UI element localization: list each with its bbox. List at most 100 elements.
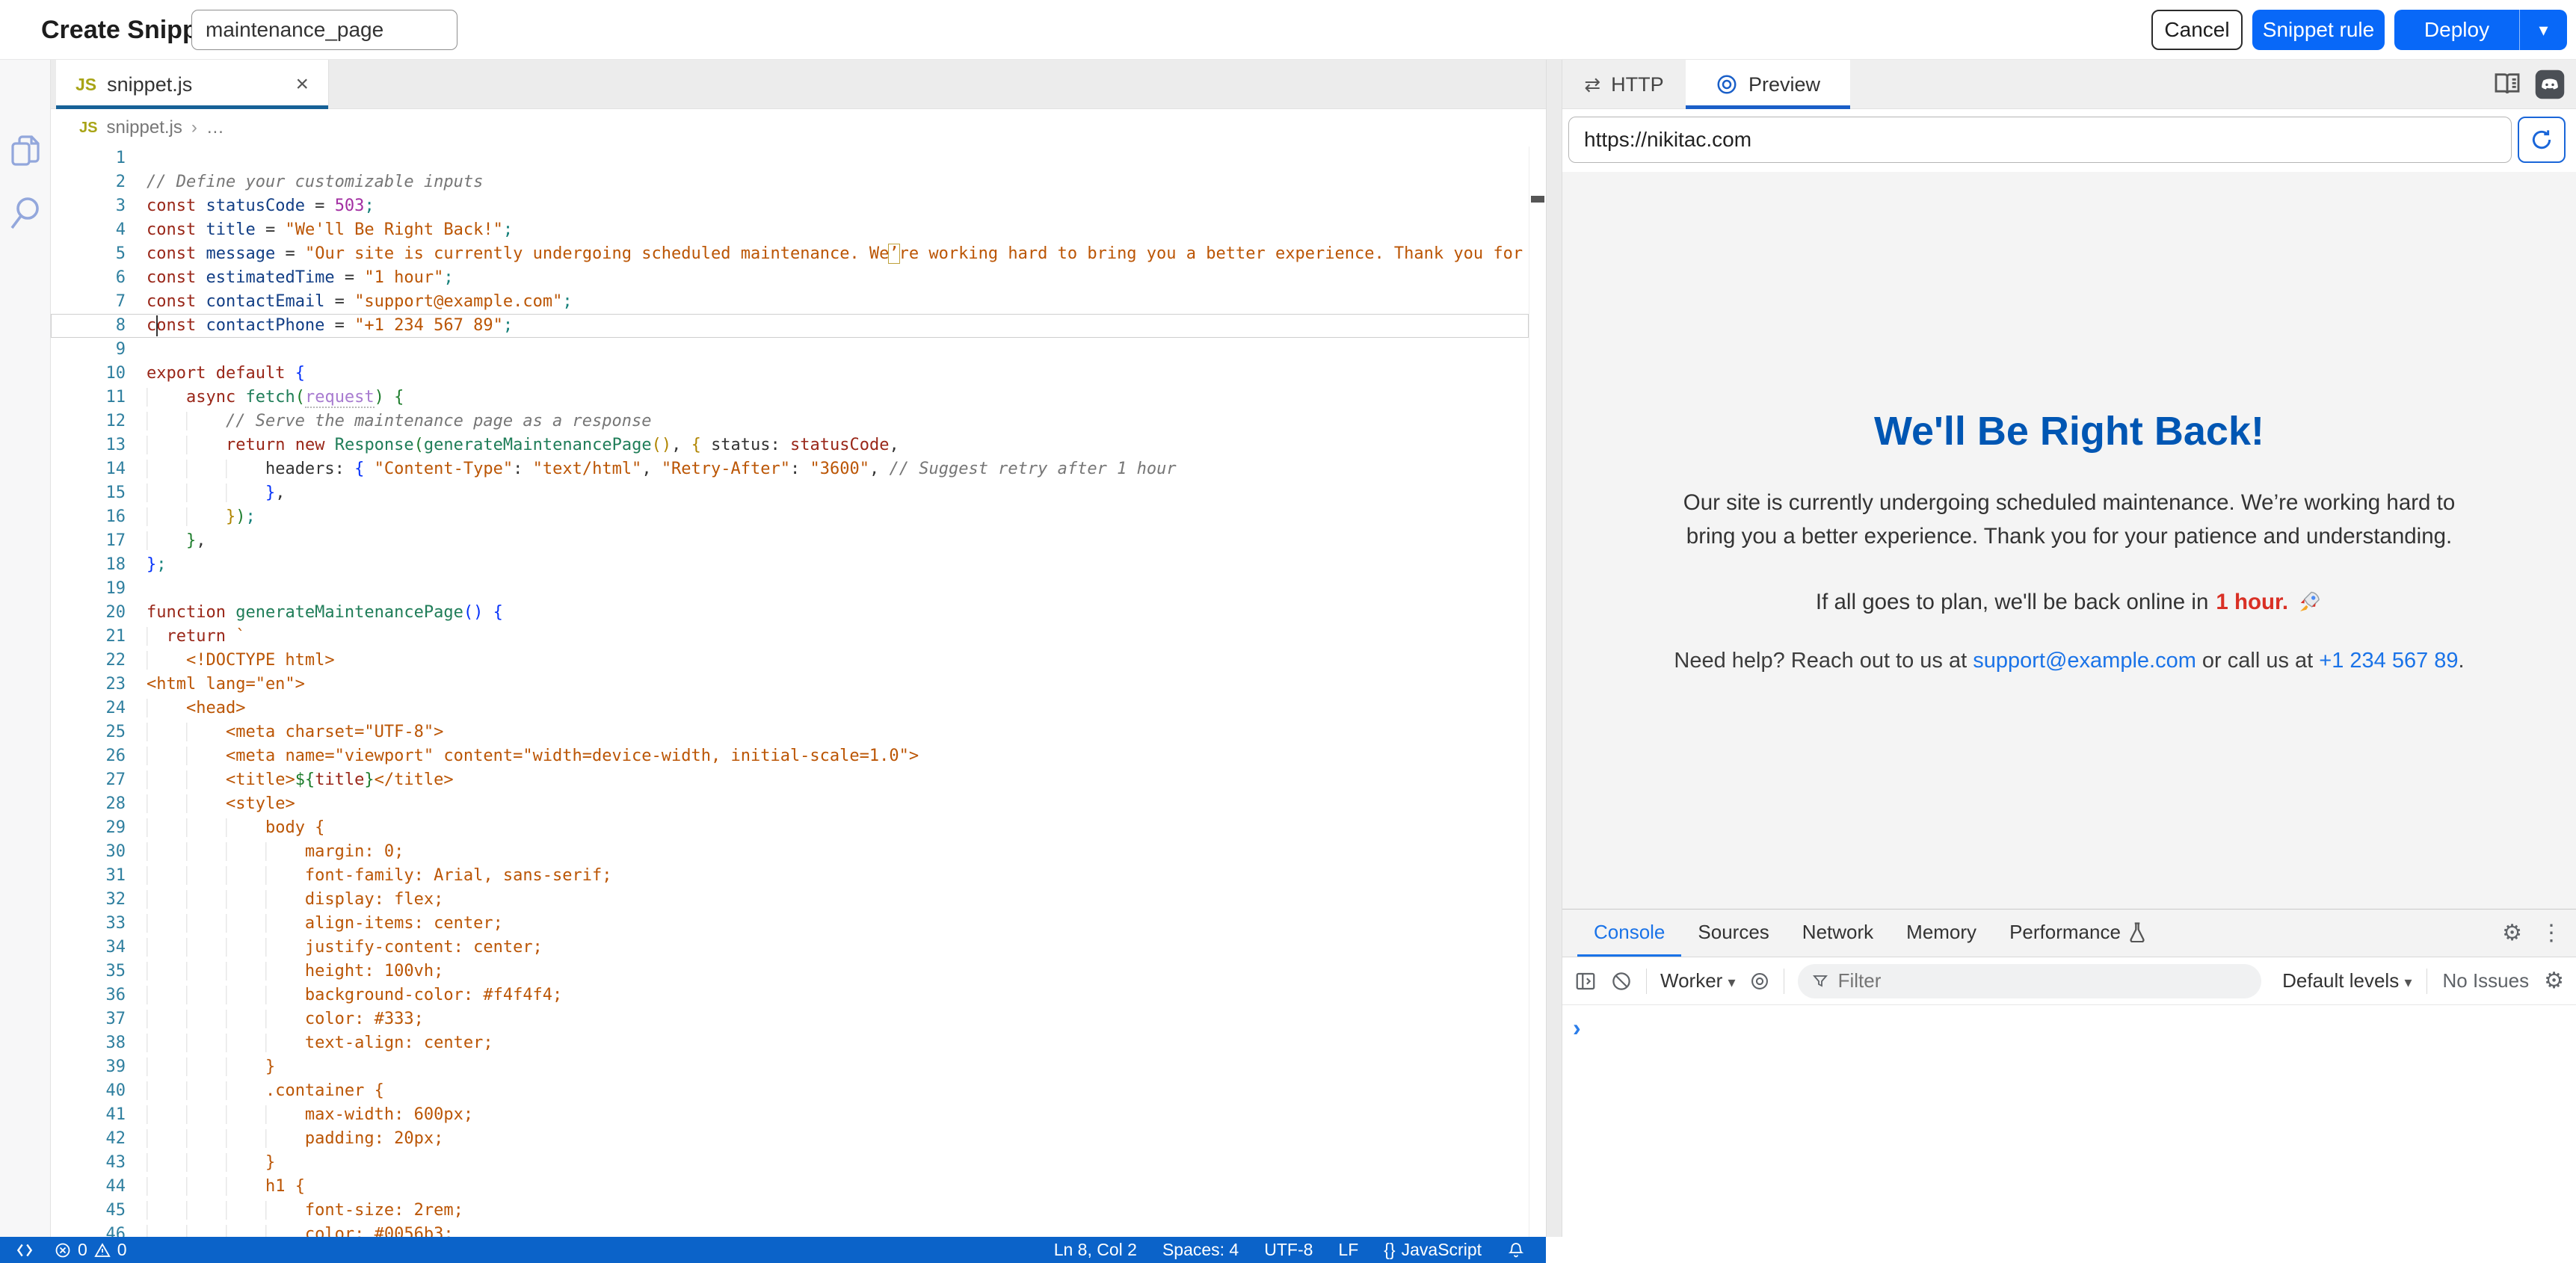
preview-frame: We'll Be Right Back! Our site is current… <box>1562 172 2576 909</box>
code-line[interactable]: 19 <box>51 577 1529 601</box>
code-line[interactable]: 7const contactEmail = "support@example.c… <box>51 290 1529 314</box>
panel-top-icons <box>2492 69 2566 100</box>
cursor-position[interactable]: Ln 8, Col 2 <box>1054 1240 1137 1260</box>
console-filter[interactable] <box>1798 964 2261 998</box>
tab-console[interactable]: Console <box>1577 910 1681 957</box>
code-line[interactable]: 34 justify-content: center; <box>51 936 1529 960</box>
close-icon[interactable]: × <box>295 73 309 96</box>
console-output[interactable]: › <box>1562 1005 2576 1040</box>
clear-console-icon[interactable] <box>1610 970 1633 992</box>
code-line[interactable]: 44 h1 { <box>51 1175 1529 1199</box>
code-line[interactable]: 1 <box>51 146 1529 170</box>
refresh-button[interactable] <box>2518 117 2566 163</box>
eol-sequence[interactable]: LF <box>1338 1240 1358 1260</box>
code-line[interactable]: 17 }, <box>51 529 1529 553</box>
search-icon[interactable] <box>9 196 42 232</box>
activity-bar <box>0 60 51 1237</box>
gear-icon[interactable]: ⚙ <box>2502 922 2522 945</box>
code-line[interactable]: 21 return ` <box>51 625 1529 649</box>
code-line[interactable]: 4const title = "We'll Be Right Back!"; <box>51 218 1529 242</box>
default-levels-dropdown[interactable]: Default levels ▾ <box>2282 969 2412 992</box>
code-line[interactable]: 43 } <box>51 1151 1529 1175</box>
code-line[interactable]: 27 <title>${title}</title> <box>51 768 1529 792</box>
code-line[interactable]: 32 display: flex; <box>51 888 1529 912</box>
tab-performance[interactable]: Performance <box>1993 910 2163 957</box>
code-line[interactable]: 2// Define your customizable inputs <box>51 170 1529 194</box>
code-line[interactable]: 22 <!DOCTYPE html> <box>51 649 1529 673</box>
code-line[interactable]: 33 align-items: center; <box>51 912 1529 936</box>
files-icon[interactable] <box>10 135 40 169</box>
code-line[interactable]: 10export default { <box>51 362 1529 386</box>
tab-snippet-js[interactable]: JS snippet.js × <box>56 60 329 109</box>
email-link[interactable]: support@example.com <box>1973 649 2196 673</box>
code-line[interactable]: 45 font-size: 2rem; <box>51 1199 1529 1223</box>
snippet-rule-button[interactable]: Snippet rule <box>2252 10 2385 50</box>
code-line[interactable]: 30 margin: 0; <box>51 840 1529 864</box>
code-line[interactable]: 41 max-width: 600px; <box>51 1103 1529 1127</box>
deploy-button[interactable]: Deploy <box>2394 10 2519 50</box>
code-line[interactable]: 25 <meta charset="UTF-8"> <box>51 720 1529 744</box>
code-line[interactable]: 15 }, <box>51 481 1529 505</box>
code-line[interactable]: 20function generateMaintenancePage() { <box>51 601 1529 625</box>
execution-context-selector[interactable]: Worker ▾ <box>1660 969 1736 992</box>
code-line[interactable]: 24 <head> <box>51 697 1529 720</box>
code-line[interactable]: 39 } <box>51 1055 1529 1079</box>
tab-sources[interactable]: Sources <box>1681 910 1785 957</box>
code-line[interactable]: 5const message = "Our site is currently … <box>51 242 1529 266</box>
code-line[interactable]: 29 body { <box>51 816 1529 840</box>
code-line[interactable]: 14 headers: { "Content-Type": "text/html… <box>51 457 1529 481</box>
code-line[interactable]: 3const statusCode = 503; <box>51 194 1529 218</box>
tab-network[interactable]: Network <box>1786 910 1890 957</box>
code-line[interactable]: 23<html lang="en"> <box>51 673 1529 697</box>
breadcrumb[interactable]: JS snippet.js › … <box>51 109 1546 146</box>
code-line[interactable]: 31 font-family: Arial, sans-serif; <box>51 864 1529 888</box>
code-line[interactable]: 38 text-align: center; <box>51 1031 1529 1055</box>
encoding[interactable]: UTF-8 <box>1264 1240 1313 1260</box>
code-lines[interactable]: 12// Define your customizable inputs3con… <box>51 146 1546 1237</box>
cancel-button[interactable]: Cancel <box>2151 10 2243 50</box>
code-line[interactable]: 42 padding: 20px; <box>51 1127 1529 1151</box>
code-line[interactable]: 37 color: #333; <box>51 1007 1529 1031</box>
deploy-dropdown-button[interactable]: ▾ <box>2519 10 2567 50</box>
code-line[interactable]: 35 height: 100vh; <box>51 960 1529 983</box>
issues-counter[interactable]: No Issues <box>2442 969 2529 992</box>
kebab-menu-icon[interactable]: ⋮ <box>2540 922 2563 945</box>
docs-book-icon[interactable] <box>2492 69 2522 100</box>
tab-preview[interactable]: Preview <box>1686 60 1850 109</box>
code-line[interactable]: 28 <style> <box>51 792 1529 816</box>
code-line[interactable]: 46 color: #0056b3; <box>51 1223 1529 1237</box>
code-line[interactable]: 18}; <box>51 553 1529 577</box>
code-line[interactable]: 8const contactPhone = "+1 234 567 89"; <box>51 314 1529 338</box>
code-line[interactable]: 26 <meta name="viewport" content="width=… <box>51 744 1529 768</box>
bell-icon[interactable] <box>1507 1241 1525 1259</box>
snippet-name-input[interactable] <box>191 10 457 50</box>
code-line[interactable]: 9 <box>51 338 1529 362</box>
breadcrumb-symbol[interactable]: … <box>206 117 224 138</box>
discord-icon[interactable] <box>2534 69 2566 100</box>
code-line[interactable]: 16 }); <box>51 505 1529 529</box>
code-line[interactable]: 40 .container { <box>51 1079 1529 1103</box>
language-mode[interactable]: {}JavaScript <box>1384 1240 1482 1260</box>
code-line[interactable]: 6const estimatedTime = "1 hour"; <box>51 266 1529 290</box>
preview-url-input[interactable] <box>1568 117 2512 163</box>
phone-link[interactable]: +1 234 567 89 <box>2319 649 2458 673</box>
indentation[interactable]: Spaces: 4 <box>1162 1240 1239 1260</box>
problems-indicator[interactable]: 0 0 <box>54 1240 127 1260</box>
code-line[interactable]: 11 async fetch(request) { <box>51 386 1529 410</box>
filter-input[interactable] <box>1838 969 2248 992</box>
eye-watch-icon[interactable] <box>1749 971 1770 992</box>
code-line[interactable]: 12 // Serve the maintenance page as a re… <box>51 410 1529 433</box>
editor-scrollbar[interactable] <box>1529 146 1546 1237</box>
breadcrumb-file[interactable]: snippet.js <box>106 117 182 138</box>
tab-http[interactable]: ⇄ HTTP <box>1562 60 1686 109</box>
line-number: 35 <box>51 960 126 983</box>
code-line[interactable]: 13 return new Response(generateMaintenan… <box>51 433 1529 457</box>
line-number: 10 <box>51 362 126 386</box>
code-line[interactable]: 36 background-color: #f4f4f4; <box>51 983 1529 1007</box>
tab-memory[interactable]: Memory <box>1890 910 1993 957</box>
console-sidebar-toggle-icon[interactable] <box>1574 970 1597 992</box>
pane-divider[interactable] <box>1546 60 1562 1237</box>
remote-indicator-icon[interactable] <box>15 1241 34 1260</box>
line-number: 14 <box>51 457 126 481</box>
console-settings-gear-icon[interactable]: ⚙ <box>2544 970 2564 992</box>
